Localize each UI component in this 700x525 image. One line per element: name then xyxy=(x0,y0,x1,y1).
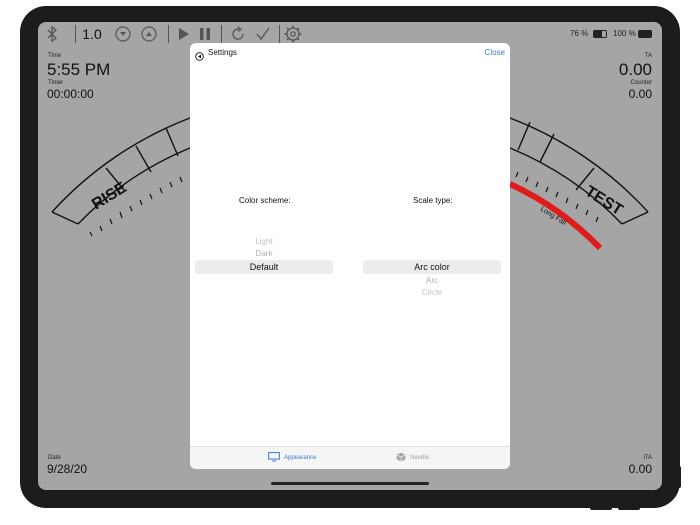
gauge-left-band xyxy=(51,117,191,225)
scale-type-picker[interactable]: Arc color Arc Circle xyxy=(363,260,501,300)
date-value: 9/28/20 xyxy=(47,462,88,476)
settings-back-icon[interactable] xyxy=(195,48,204,66)
timer-label: Timer xyxy=(48,80,64,86)
time-label: Time xyxy=(48,53,62,59)
ita-label: iTA xyxy=(643,455,652,461)
time-value: 5:55 PM xyxy=(47,60,111,79)
picker-option[interactable]: Dark xyxy=(195,249,333,258)
home-indicator[interactable] xyxy=(271,482,429,485)
settings-modal: Settings Close Color scheme: Scale type:… xyxy=(190,43,510,469)
picker-option[interactable]: Circle xyxy=(363,288,501,297)
cube-icon xyxy=(396,452,406,464)
scale-type-label: Scale type: xyxy=(413,196,453,205)
color-scheme-picker[interactable]: Light Dark Default xyxy=(195,235,333,279)
settings-tab-bar: Appearance Needle xyxy=(190,446,510,469)
volume-button-a xyxy=(590,506,612,510)
app-screen: 1.0 76 % 100 % RISE TEST Long Fall Time … xyxy=(38,22,662,490)
ta-label: TA xyxy=(644,53,652,59)
tab-label: Appearance xyxy=(284,455,317,461)
counter-label: Counter xyxy=(630,80,652,86)
ita-value: 0.00 xyxy=(628,462,652,476)
tab-appearance[interactable]: Appearance xyxy=(268,452,316,464)
gauge-right-label: TEST xyxy=(582,183,626,219)
side-button xyxy=(676,466,681,488)
tab-needle[interactable]: Needle xyxy=(396,452,429,464)
close-button[interactable]: Close xyxy=(485,48,505,57)
volume-button-b xyxy=(618,506,640,510)
ta-value: 0.00 xyxy=(618,60,652,79)
picker-selected-option[interactable]: Default xyxy=(195,260,333,274)
gauge-right-band xyxy=(509,117,649,225)
settings-title: Settings xyxy=(208,48,237,57)
counter-value: 0.00 xyxy=(628,87,652,101)
monitor-icon xyxy=(268,452,280,464)
picker-selected-option[interactable]: Arc color xyxy=(363,260,501,274)
date-label: Date xyxy=(48,455,61,461)
color-scheme-label: Color scheme: xyxy=(239,196,291,205)
timer-value: 00:00:00 xyxy=(47,87,94,101)
picker-option[interactable]: Light xyxy=(195,237,333,246)
tab-label: Needle xyxy=(410,455,430,461)
picker-option[interactable]: Arc xyxy=(363,276,501,285)
